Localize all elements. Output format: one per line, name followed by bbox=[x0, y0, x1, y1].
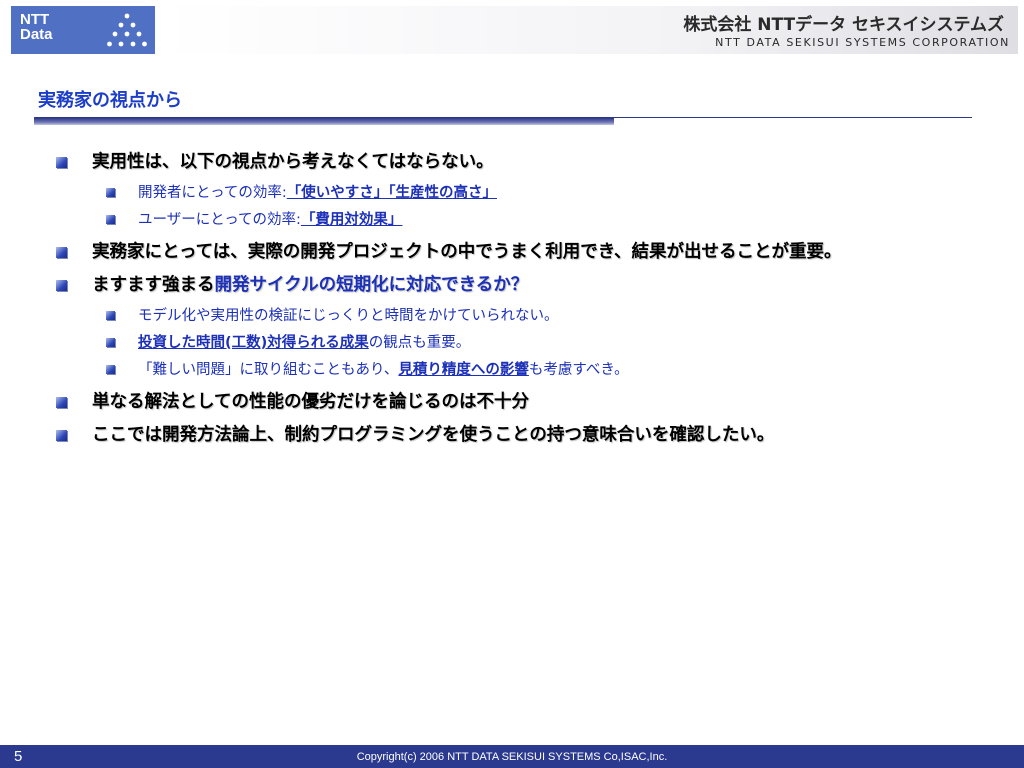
bullet-square-icon bbox=[106, 215, 115, 224]
bullet-text: 実用性は、以下の視点から考えなくてはならない。 bbox=[92, 152, 494, 172]
bullet-square-icon bbox=[106, 365, 115, 374]
sub-bullet-text: 開発者にとっての効率:「使いやすさ」「生産性の高さ」 bbox=[138, 183, 956, 203]
header-bar: 株式会社 NTTデータ セキスイシステムズ NTT DATA SEKISUI S… bbox=[160, 6, 1018, 54]
bullet-item: 実用性は、以下の視点から考えなくてはならない。 bbox=[56, 150, 956, 175]
bullet-list: 実用性は、以下の視点から考えなくてはならない。 開発者にとっての効率:「使いやす… bbox=[56, 150, 956, 456]
title-underline-bar bbox=[34, 118, 614, 125]
sub-bullet-emphasis: 見積り精度への影響 bbox=[398, 362, 529, 378]
bullet-square-icon bbox=[56, 157, 67, 168]
bullet-text-lead: ますます強まる bbox=[92, 275, 215, 295]
bullet-square-icon bbox=[106, 188, 115, 197]
sub-bullet-item: モデル化や実用性の検証にじっくりと時間をかけていられない。 bbox=[56, 306, 956, 326]
bullet-square-icon bbox=[56, 280, 67, 291]
bullet-square-icon bbox=[56, 430, 67, 441]
sub-bullet-item: 「難しい問題」に取り組むこともあり、見積り精度への影響も考慮すべき。 bbox=[56, 360, 956, 380]
sub-bullet-text-tail: も考慮すべき。 bbox=[528, 362, 629, 378]
sub-bullet-text: 投資した時間(工数)対得られる成果の観点も重要。 bbox=[138, 333, 956, 353]
bullet-item: ますます強まる開発サイクルの短期化に対応できるか？ bbox=[56, 273, 956, 298]
company-name-en: NTT DATA SEKISUI SYSTEMS CORPORATION bbox=[715, 36, 1010, 49]
copyright-text: Copyright(c) 2006 NTT DATA SEKISUI SYSTE… bbox=[356, 751, 668, 763]
ntt-data-logo: NTT Data bbox=[11, 6, 155, 54]
bullet-square-icon bbox=[56, 397, 67, 408]
footer-bar: 5 Copyright(c) 2006 NTT DATA SEKISUI SYS… bbox=[0, 745, 1024, 768]
slide-title: 実務家の視点から bbox=[38, 90, 182, 111]
bullet-square-icon bbox=[56, 247, 67, 258]
sub-bullet-text-lead: ユーザーにとっての効率: bbox=[138, 212, 301, 228]
bullet-square-icon bbox=[106, 338, 115, 347]
sub-bullet-item: 投資した時間(工数)対得られる成果の観点も重要。 bbox=[56, 333, 956, 353]
sub-bullet-text-lead: 開発者にとっての効率: bbox=[138, 185, 287, 201]
bullet-item: ここでは開発方法論上、制約プログラミングを使うことの持つ意味合いを確認したい。 bbox=[56, 423, 956, 448]
bullet-item: 実務家にとっては、実際の開発プロジェクトの中でうまく利用でき、結果が出せることが… bbox=[56, 240, 956, 265]
sub-bullet-emphasis: 「費用対効果」 bbox=[300, 212, 403, 228]
logo-text: NTT Data bbox=[20, 11, 53, 43]
bullet-emphasis: 開発サイクルの短期化に対応できるか？ bbox=[214, 275, 529, 295]
bullet-item: 単なる解法としての性能の優劣だけを論じるのは不十分 bbox=[56, 390, 956, 415]
sub-bullet-text-tail: の観点も重要。 bbox=[368, 335, 471, 351]
sub-bullet-text: モデル化や実用性の検証にじっくりと時間をかけていられない。 bbox=[138, 308, 559, 324]
sub-bullet-emphasis: 投資した時間(工数)対得られる成果 bbox=[138, 335, 369, 351]
bullet-square-icon bbox=[106, 311, 115, 320]
pyramid-dots-icon bbox=[107, 13, 147, 47]
sub-bullet-emphasis: 「使いやすさ」「生産性の高さ」 bbox=[286, 185, 497, 201]
bullet-text: ここでは開発方法論上、制約プログラミングを使うことの持つ意味合いを確認したい。 bbox=[92, 425, 775, 445]
bullet-text: 実務家にとっては、実際の開発プロジェクトの中でうまく利用でき、結果が出せることが… bbox=[92, 242, 842, 262]
sub-bullet-item: 開発者にとっての効率:「使いやすさ」「生産性の高さ」 bbox=[56, 183, 956, 203]
bullet-text: ますます強まる開発サイクルの短期化に対応できるか？ bbox=[92, 273, 956, 298]
sub-bullet-text: 「難しい問題」に取り組むこともあり、見積り精度への影響も考慮すべき。 bbox=[138, 360, 956, 380]
sub-bullet-text-lead: 「難しい問題」に取り組むこともあり、 bbox=[138, 362, 399, 378]
sub-bullet-text: ユーザーにとっての効率:「費用対効果」 bbox=[138, 210, 956, 230]
company-name-jp: 株式会社 NTTデータ セキスイシステムズ bbox=[683, 15, 1004, 35]
bullet-text: 単なる解法としての性能の優劣だけを論じるのは不十分 bbox=[92, 392, 529, 412]
sub-bullet-item: ユーザーにとっての効率:「費用対効果」 bbox=[56, 210, 956, 230]
